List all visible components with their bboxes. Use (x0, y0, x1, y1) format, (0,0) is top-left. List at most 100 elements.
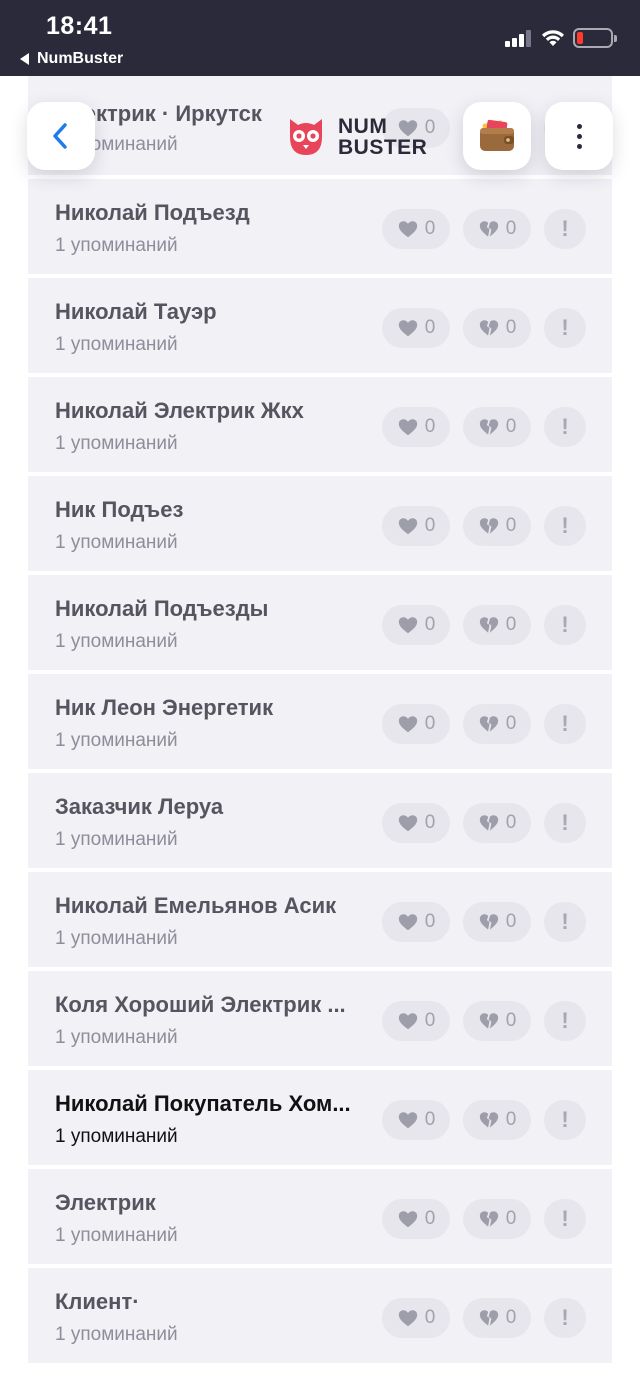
report-button[interactable]: ! (544, 1100, 586, 1140)
dislike-button[interactable]: 0 (463, 308, 531, 348)
dislike-button[interactable]: 0 (463, 803, 531, 843)
wifi-icon (542, 30, 564, 46)
like-count: 0 (424, 1010, 436, 1031)
dislike-button[interactable]: 0 (463, 1100, 531, 1140)
dislike-count: 0 (505, 1010, 517, 1031)
mentions-count: 1 упоминаний (55, 235, 178, 256)
broken-heart-icon (479, 518, 498, 534)
contact-name: Электрик (55, 1190, 156, 1215)
dislike-button[interactable]: 0 (463, 1199, 531, 1239)
report-button[interactable]: ! (544, 704, 586, 744)
contact-name: Клиент· (55, 1289, 140, 1314)
mentions-count: 1 упоминаний (55, 532, 178, 553)
more-menu-button[interactable] (545, 102, 613, 170)
broken-heart-icon (479, 320, 498, 336)
report-button[interactable]: ! (544, 605, 586, 645)
dislike-button[interactable]: 0 (463, 1298, 531, 1338)
dislike-count: 0 (505, 812, 517, 833)
like-button[interactable]: 0 (382, 506, 450, 546)
contact-row[interactable]: Заказчик Леруа 1 упоминаний 0 0! (28, 773, 612, 868)
contact-row[interactable]: Клиент· 1 упоминаний 0 0! (28, 1268, 612, 1363)
dislike-count: 0 (505, 713, 517, 734)
dislike-button[interactable]: 0 (463, 506, 531, 546)
report-button[interactable]: ! (544, 803, 586, 843)
dislike-button[interactable]: 0 (463, 1001, 531, 1041)
contact-row[interactable]: Николай Подъезд 1 упоминаний 0 0! (28, 179, 612, 274)
contact-list: Электрик · Иркутск1 упоминаний00!Николай… (28, 76, 612, 1367)
exclamation-icon: ! (561, 711, 569, 736)
like-button[interactable]: 0 (382, 902, 450, 942)
heart-icon (398, 1112, 417, 1129)
heart-icon (398, 815, 417, 832)
dislike-button[interactable]: 0 (463, 704, 531, 744)
heart-icon (398, 1211, 417, 1228)
heart-icon (398, 1310, 417, 1327)
broken-heart-icon (479, 419, 498, 435)
dislike-button[interactable]: 0 (463, 407, 531, 447)
report-button[interactable]: ! (544, 1298, 586, 1338)
mentions-count: 1 упоминаний (55, 829, 178, 850)
contact-row[interactable]: Ник Подъез 1 упоминаний 0 0! (28, 476, 612, 571)
contact-row[interactable]: Коля Хороший Электрик ... 1 упоминаний 0 0! (28, 971, 612, 1066)
exclamation-icon: ! (561, 1305, 569, 1330)
contact-row[interactable]: Николай Емельянов Асик 1 упоминаний 0 0! (28, 872, 612, 967)
like-button[interactable]: 0 (382, 209, 450, 249)
report-button[interactable]: ! (544, 902, 586, 942)
report-button[interactable]: ! (544, 1199, 586, 1239)
report-button[interactable]: ! (544, 1001, 586, 1041)
like-count: 0 (424, 218, 436, 239)
like-count: 0 (424, 515, 436, 536)
contact-row[interactable]: Николай Подъезды 1 упоминаний 0 0! (28, 575, 612, 670)
like-button[interactable]: 0 (382, 308, 450, 348)
like-button[interactable]: 0 (382, 704, 450, 744)
dislike-button[interactable]: 0 (463, 902, 531, 942)
contact-name: Заказчик Леруа (55, 794, 224, 819)
broken-heart-icon (479, 1310, 498, 1326)
dislike-button[interactable]: 0 (463, 209, 531, 249)
like-button[interactable]: 0 (382, 1001, 450, 1041)
broken-heart-icon (479, 221, 498, 237)
contact-row[interactable]: Николай Покупатель Хом... 1 упоминаний 0 0! (28, 1070, 612, 1165)
contact-name: Николай Покупатель Хом... (55, 1091, 351, 1116)
like-count: 0 (424, 812, 436, 833)
mentions-count: 1 упоминаний (55, 1225, 178, 1246)
dislike-count: 0 (505, 515, 517, 536)
contact-name: Николай Емельянов Асик (55, 893, 337, 918)
like-button[interactable]: 0 (382, 407, 450, 447)
back-to-app-link[interactable]: NumBuster (20, 50, 123, 68)
contact-row[interactable]: Электрик 1 упоминаний 0 0! (28, 1169, 612, 1264)
report-button[interactable]: ! (544, 506, 586, 546)
like-button[interactable]: 0 (382, 1100, 450, 1140)
like-count: 0 (424, 911, 436, 932)
back-button[interactable] (27, 102, 95, 170)
like-button[interactable]: 0 (382, 1298, 450, 1338)
mentions-count: 1 упоминаний (55, 928, 178, 949)
like-button[interactable]: 0 (382, 605, 450, 645)
broken-heart-icon (479, 617, 498, 633)
report-button[interactable]: ! (544, 209, 586, 249)
logo-line-1: NUM (338, 115, 388, 138)
contact-row[interactable]: Николай Электрик Жкх 1 упоминаний 0 0! (28, 377, 612, 472)
contact-name: Коля Хороший Электрик ... (55, 992, 346, 1017)
exclamation-icon: ! (561, 810, 569, 835)
like-button[interactable]: 0 (382, 1199, 450, 1239)
exclamation-icon: ! (561, 909, 569, 934)
cellular-signal-icon (505, 30, 533, 47)
exclamation-icon: ! (561, 1206, 569, 1231)
contact-row[interactable]: Николай Тауэр 1 упоминаний 0 0! (28, 278, 612, 373)
mentions-count: 1 упоминаний (55, 433, 178, 454)
dislike-count: 0 (505, 911, 517, 932)
exclamation-icon: ! (561, 1107, 569, 1132)
dislike-count: 0 (505, 1208, 517, 1229)
report-button[interactable]: ! (544, 308, 586, 348)
like-button[interactable]: 0 (382, 803, 450, 843)
contact-row[interactable]: Ник Леон Энергетик 1 упоминаний 0 0! (28, 674, 612, 769)
heart-icon (398, 914, 417, 931)
heart-icon (398, 716, 417, 733)
report-button[interactable]: ! (544, 407, 586, 447)
contact-name: Николай Подъезды (55, 596, 269, 621)
wallet-button[interactable] (463, 102, 531, 170)
mentions-count: 1 упоминаний (55, 1126, 178, 1147)
heart-icon (398, 221, 417, 238)
dislike-button[interactable]: 0 (463, 605, 531, 645)
